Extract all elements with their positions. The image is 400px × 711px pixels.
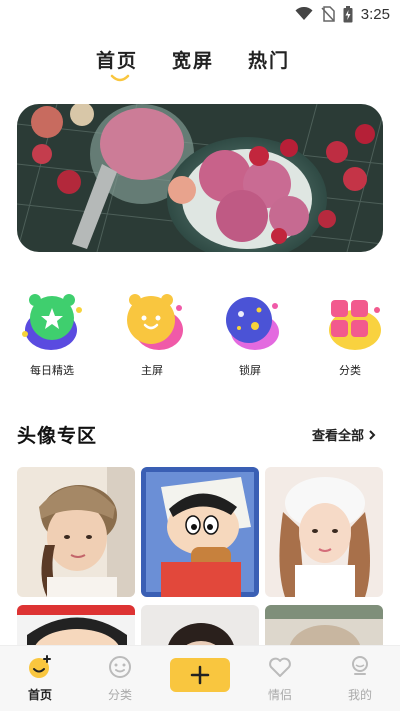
tab-home-label: 首页 <box>96 50 139 72</box>
category-home-screen[interactable]: 主屏 <box>112 290 192 378</box>
home-screen-icon <box>127 294 183 350</box>
avatar-section-title: 头像专区 <box>17 425 98 447</box>
nav-couple[interactable]: 情侣 <box>250 654 310 703</box>
ice-cream-banner-image <box>17 104 383 252</box>
home-smile-icon <box>29 655 51 678</box>
category-icon <box>329 300 381 350</box>
avatar-tile[interactable] <box>265 467 383 597</box>
plus-icon <box>190 665 210 685</box>
tab-popular-label: 热门 <box>248 50 291 72</box>
nav-profile[interactable]: 我的 <box>330 654 390 703</box>
nav-category-label: 分类 <box>107 688 132 702</box>
banner-carousel[interactable] <box>17 104 383 252</box>
avatar-tile[interactable] <box>141 467 259 597</box>
nav-profile-label: 我的 <box>347 688 372 702</box>
category-face-icon <box>109 656 131 678</box>
category-lock-screen[interactable]: 锁屏 <box>210 290 290 378</box>
nav-category[interactable]: 分类 <box>90 654 150 703</box>
nav-home-label: 首页 <box>27 688 52 702</box>
status-time: 3:25 <box>360 5 390 23</box>
avatar-girl-beanie-image <box>17 467 135 597</box>
avatar-cartoon-boy-image <box>141 467 259 597</box>
daily-pick-icon <box>22 294 82 350</box>
battery-charging-icon <box>343 5 353 22</box>
no-sim-icon <box>321 6 335 22</box>
top-tabs: 首页 宽屏 热门 <box>96 46 290 82</box>
tab-popular[interactable]: 热门 <box>248 46 290 73</box>
couple-heart-icon <box>269 657 291 677</box>
add-button[interactable] <box>170 658 230 692</box>
category-all[interactable]: 分类 <box>310 290 390 378</box>
see-all-label: 查看全部 <box>311 429 364 444</box>
category-daily-pick-label: 每日精选 <box>30 364 74 377</box>
category-lock-screen-label: 锁屏 <box>239 364 261 377</box>
bottom-navigation: 首页 分类 情侣 我的 <box>0 645 400 711</box>
tab-widescreen[interactable]: 宽屏 <box>172 46 214 73</box>
category-home-screen-label: 主屏 <box>141 364 163 377</box>
lock-screen-icon <box>226 297 279 350</box>
category-daily-pick[interactable]: 每日精选 <box>12 290 92 378</box>
tab-home[interactable]: 首页 <box>96 46 139 82</box>
avatar-tile[interactable] <box>17 467 135 597</box>
nav-home[interactable]: 首页 <box>10 654 70 703</box>
tab-widescreen-label: 宽屏 <box>172 50 215 72</box>
active-tab-smile-indicator <box>110 74 130 82</box>
avatar-girl-white-hat-image <box>265 467 383 597</box>
nav-couple-label: 情侣 <box>267 688 292 702</box>
chevron-right-icon <box>369 429 376 440</box>
profile-icon <box>352 656 368 675</box>
category-row: 每日精选 主屏 锁屏 分类 <box>0 290 400 390</box>
status-bar: 3:25 <box>0 0 400 28</box>
wifi-icon <box>295 7 313 20</box>
category-all-label: 分类 <box>339 364 361 377</box>
see-all-link[interactable]: 查看全部 <box>312 425 376 444</box>
